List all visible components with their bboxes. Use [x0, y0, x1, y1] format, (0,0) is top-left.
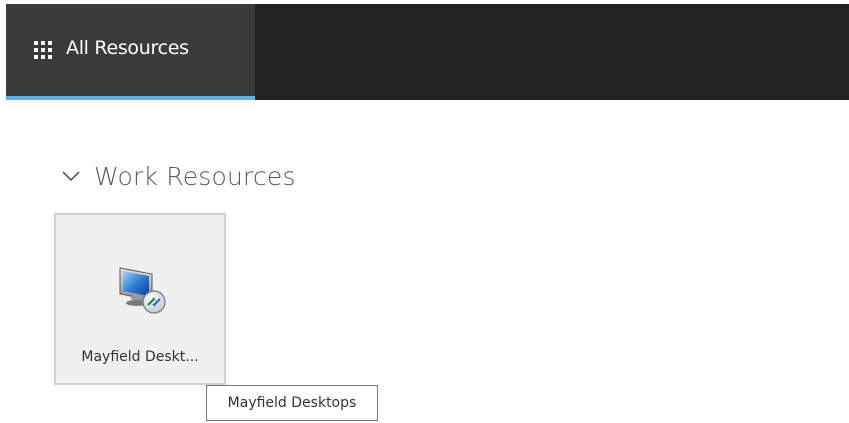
- remote-desktop-icon: [119, 267, 166, 314]
- tab-all-resources[interactable]: All Resources: [6, 4, 255, 100]
- tab-all-resources-label: All Resources: [66, 37, 189, 59]
- work-resources-section-toggle[interactable]: Work Resources: [62, 156, 296, 196]
- section-title: Work Resources: [94, 161, 296, 191]
- resource-tile-mayfield-desktops[interactable]: Mayfield Deskt...: [54, 213, 226, 385]
- top-navigation-bar: All Resources: [0, 0, 849, 100]
- chevron-down-icon: [62, 171, 80, 182]
- resource-tile-label: Mayfield Deskt...: [81, 349, 199, 365]
- top-navigation-background: All Resources: [6, 4, 849, 100]
- apps-grid-icon: [34, 41, 52, 59]
- resource-tooltip: Mayfield Desktops: [206, 385, 378, 421]
